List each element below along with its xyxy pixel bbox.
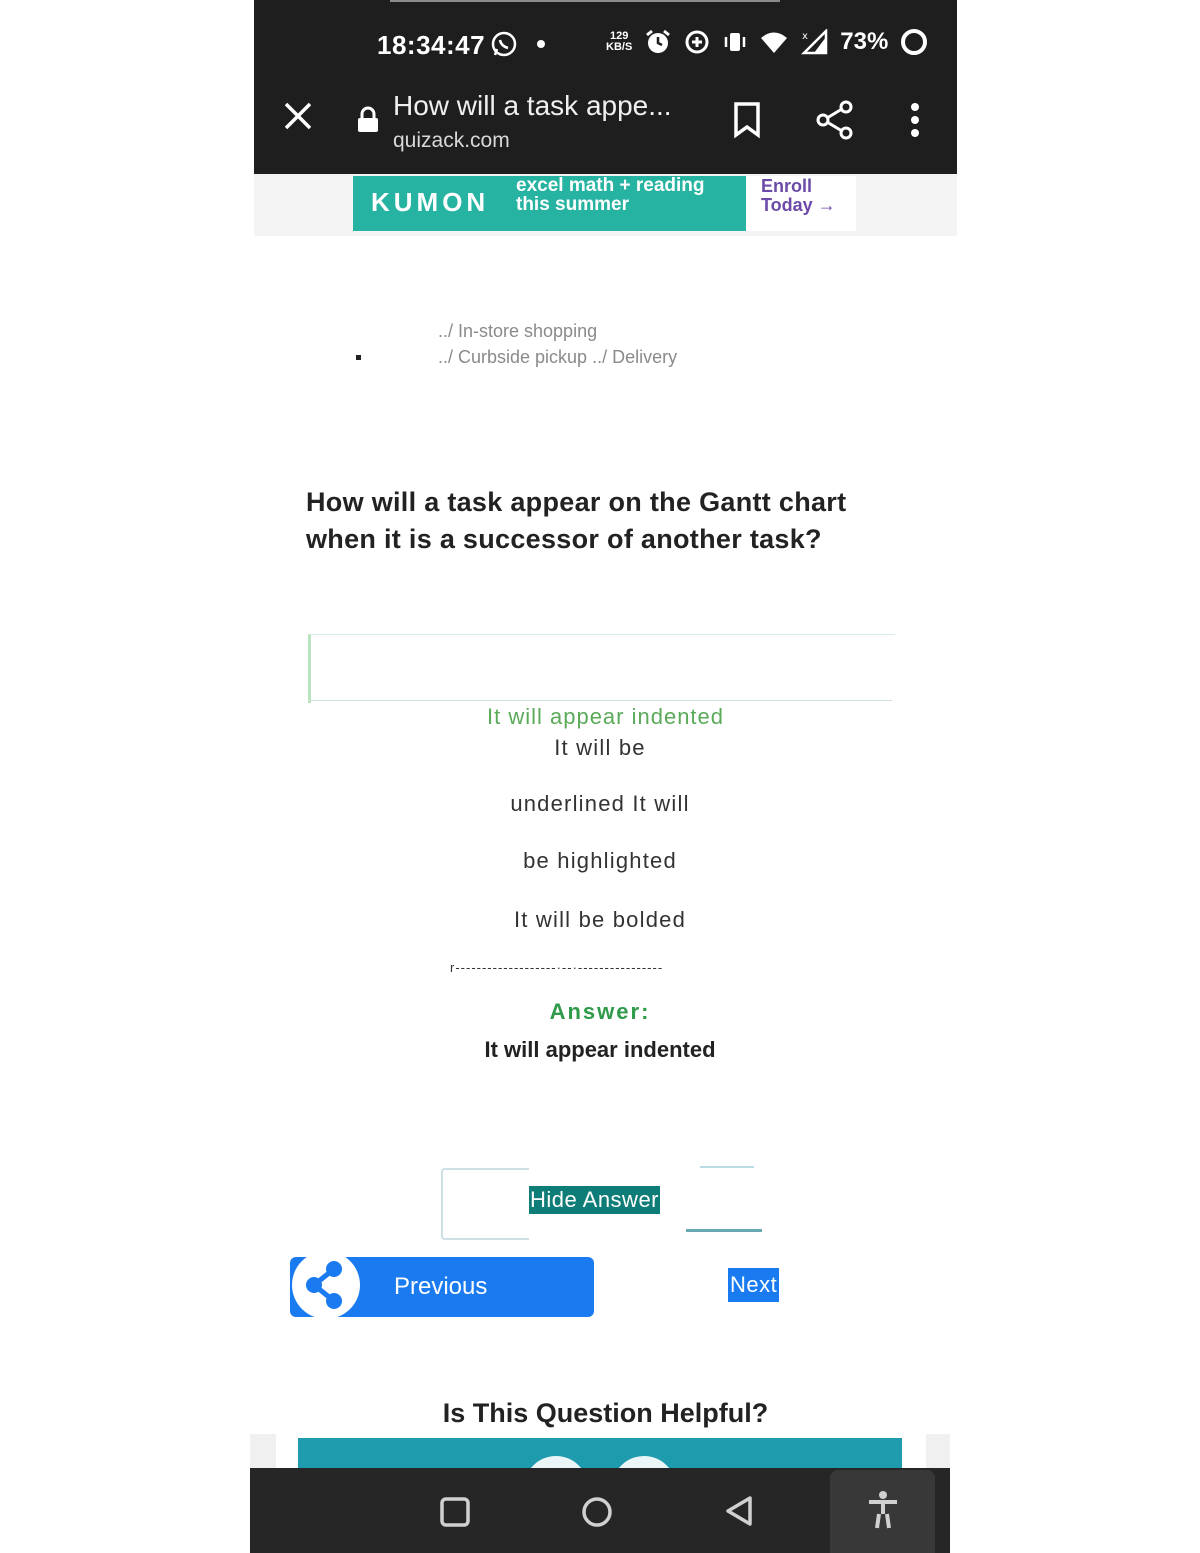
bookmark-icon[interactable] — [732, 101, 762, 139]
system-nav-bar — [250, 1468, 950, 1553]
kumon-logo: KUMON — [371, 187, 490, 217]
page-title[interactable]: How will a task appe... — [393, 90, 672, 122]
vibrate-icon — [725, 33, 746, 51]
answer-text: It will appear indented — [484, 1037, 716, 1062]
dot-icon — [537, 40, 545, 48]
previous-label: Previous — [394, 1273, 488, 1300]
hide-answer-frame-bottom — [686, 1229, 762, 1232]
share-fab[interactable] — [292, 1251, 360, 1319]
option-line-1[interactable]: It will be — [254, 735, 946, 761]
home-icon[interactable] — [581, 1496, 613, 1528]
data-saver-icon — [685, 30, 709, 54]
share-icon[interactable] — [816, 100, 854, 140]
question-text: How will a task appear on the Gantt char… — [306, 487, 847, 554]
status-icons: 129 KB/S x 73% — [606, 28, 928, 56]
accessibility-icon[interactable] — [865, 1490, 901, 1530]
option-line-3[interactable]: be highlighted — [254, 848, 946, 874]
close-tab-icon[interactable] — [282, 100, 314, 132]
helpful-heading: Is This Question Helpful? — [442, 1398, 769, 1428]
page-load-progress — [390, 0, 780, 2]
more-options-icon[interactable] — [909, 102, 921, 138]
hide-answer-frame-top — [700, 1166, 754, 1168]
feedback-buttons — [524, 1456, 676, 1520]
hide-answer-frame — [441, 1168, 529, 1240]
helpful-panel-edge-right — [926, 1434, 950, 1468]
delivery-options: ../ In-store shopping ../ Curbside picku… — [438, 318, 677, 370]
notification-icons — [490, 30, 546, 58]
option-divider — [308, 700, 892, 701]
ad-cta-line-2: Today → — [761, 195, 836, 215]
recent-apps-icon[interactable] — [439, 1496, 471, 1528]
battery-ring-icon — [901, 29, 928, 55]
ad-copy: excel math + reading this summer — [516, 176, 746, 214]
answer-label: Answer: — [549, 999, 651, 1024]
network-speed: 129 KB/S — [606, 31, 632, 53]
status-time: 18:34:47 — [377, 30, 486, 60]
alarm-icon — [646, 29, 671, 53]
lock-icon — [358, 106, 378, 132]
delivery-line-2: ../ Curbside pickup ../ Delivery — [438, 347, 678, 367]
page-domain[interactable]: quizack.com — [393, 129, 510, 153]
next-button[interactable]: Next — [728, 1268, 780, 1302]
helpful-feedback-panel — [298, 1438, 902, 1520]
option-line-4[interactable]: It will be bolded — [254, 907, 946, 933]
phone-screen: 18:34:47 129 KB/S x 73% How will a task … — [250, 0, 957, 1553]
svg-text:x: x — [802, 31, 808, 42]
previous-button[interactable]: Previous — [290, 1251, 594, 1319]
whatsapp-icon — [491, 31, 517, 57]
ad-cta-line-1: Enroll — [761, 176, 813, 196]
ad-line-2: this summer — [516, 194, 629, 215]
helpful-panel-edge-left — [250, 1434, 276, 1468]
option-line-2[interactable]: underlined It will — [254, 791, 946, 817]
enroll-today-button[interactable]: Enroll Today → — [746, 176, 856, 231]
signal-icon: x — [801, 29, 828, 55]
battery-percent: 73% — [840, 28, 889, 55]
browser-top-bar: 18:34:47 129 KB/S x 73% How will a task … — [254, 0, 957, 174]
hide-answer-button[interactable]: Hide Answer — [529, 1186, 661, 1214]
separator-line: r-------------------·--·---------------- — [450, 960, 664, 975]
share-icon — [306, 1261, 342, 1309]
option-highlight-box — [308, 634, 895, 703]
delivery-line-1: ../ In-store shopping — [438, 321, 598, 341]
bullet-dot — [356, 355, 361, 360]
option-correct[interactable]: It will appear indented — [254, 704, 957, 730]
wifi-icon — [761, 32, 788, 53]
ad-line-1: excel math + reading — [516, 175, 705, 196]
speed-unit: KB/S — [606, 41, 633, 53]
kumon-ad-banner[interactable]: KUMON excel math + reading this summer — [353, 176, 746, 231]
back-icon[interactable] — [723, 1494, 755, 1528]
